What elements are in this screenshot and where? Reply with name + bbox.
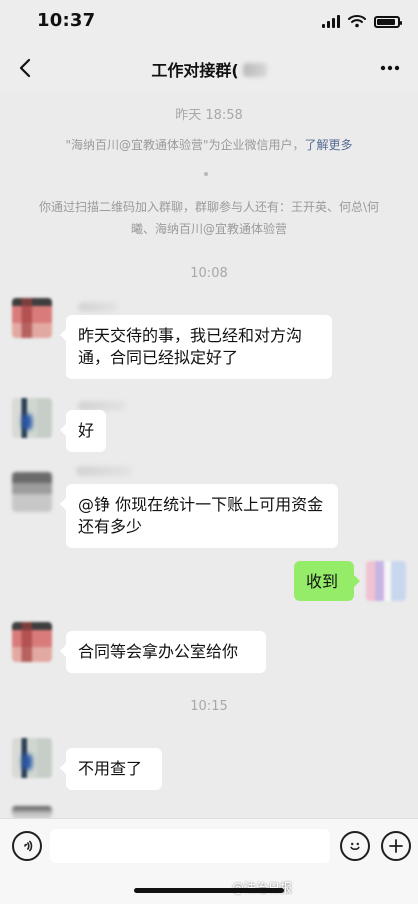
status-icons — [322, 14, 402, 28]
learn-more-link[interactable]: 了解更多 — [305, 138, 353, 152]
message-bubble[interactable]: 昨天交待的事，我已经和对方沟通，合同已经拟定好了 — [60, 315, 332, 379]
status-bar: 10:37 — [0, 0, 418, 44]
nav-bar: 工作对接群( — [0, 44, 418, 92]
home-indicator[interactable] — [134, 888, 284, 893]
chat-area[interactable]: 昨天 18:58 "海纳百川@宜教通体验营"为企业微信用户，了解更多 你通过扫描… — [0, 92, 418, 818]
message-bubble-self[interactable]: 收到 — [294, 561, 360, 601]
avatar-self[interactable] — [366, 561, 406, 601]
avatar[interactable] — [12, 622, 52, 662]
input-bar — [0, 818, 418, 869]
emoji-icon — [350, 842, 360, 851]
message-input[interactable] — [50, 829, 330, 863]
sender-name-blur — [76, 466, 132, 476]
system-message: 你通过扫描二维码加入群聊，群聊参与人还有：王开英、何总\何曦、海纳百川@宜教通体… — [38, 200, 380, 236]
plus-button[interactable] — [381, 831, 411, 861]
battery-icon — [374, 16, 402, 28]
message-bubble[interactable]: 不用查了 — [60, 748, 162, 790]
bottom-area: @法治日报 — [0, 868, 418, 904]
timestamp: 10:08 — [190, 266, 228, 281]
avatar[interactable] — [12, 738, 52, 778]
status-time: 10:37 — [37, 10, 96, 31]
chat-title: 工作对接群( — [0, 57, 418, 81]
system-message: "海纳百川@宜教通体验营"为企业微信用户，了解更多 — [30, 134, 388, 156]
status-dot — [204, 172, 208, 176]
timestamp: 10:15 — [190, 699, 228, 714]
avatar[interactable] — [12, 398, 52, 438]
chat-title-text: 工作对接群( — [151, 61, 239, 80]
avatar[interactable] — [12, 298, 52, 338]
battery-fill — [377, 19, 395, 25]
emoji-button[interactable] — [340, 831, 370, 861]
system-message-text: "海纳百川@宜教通体验营"为企业微信用户， — [65, 138, 305, 152]
timestamp: 昨天 18:58 — [175, 108, 243, 123]
voice-icon — [24, 840, 33, 852]
voice-button[interactable] — [12, 831, 42, 861]
message-bubble[interactable]: 合同等会拿办公室给你 — [60, 631, 266, 673]
title-blur — [242, 63, 267, 77]
signal-icon — [322, 14, 340, 28]
avatar[interactable] — [12, 472, 52, 512]
wifi-icon — [348, 15, 366, 28]
avatar[interactable] — [12, 806, 52, 818]
sender-name-blur — [78, 302, 118, 312]
message-bubble[interactable]: @铮 你现在统计一下账上可用资金还有多少 — [60, 484, 338, 548]
plus-icon — [389, 839, 403, 853]
message-bubble[interactable]: 好 — [60, 410, 106, 452]
more-horizontal-icon[interactable] — [376, 54, 404, 82]
